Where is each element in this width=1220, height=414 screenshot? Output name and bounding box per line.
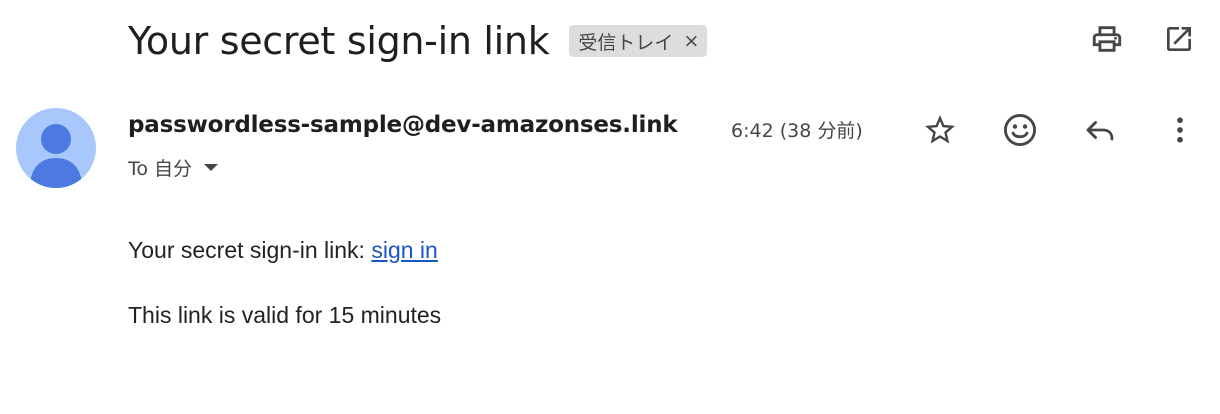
sender-address[interactable]: passwordless-sample@dev-amazonses.link — [128, 112, 713, 138]
default-person-icon — [30, 124, 82, 188]
inbox-label-chip[interactable]: 受信トレイ × — [569, 25, 708, 57]
print-button[interactable] — [1090, 22, 1124, 56]
body-text-prefix: Your secret sign-in link: — [128, 237, 372, 263]
message-timestamp: 6:42 (38 分前) — [731, 120, 863, 142]
add-reaction-button[interactable] — [1000, 110, 1040, 150]
print-icon — [1092, 26, 1122, 52]
open-in-new-icon — [1167, 27, 1191, 51]
star-icon — [925, 115, 955, 144]
body-line-validity: This link is valid for 15 minutes — [128, 302, 442, 328]
star-button[interactable] — [920, 110, 960, 150]
reply-icon — [1086, 121, 1114, 141]
label-chip-text: 受信トレイ — [578, 31, 674, 54]
body-line-signin: Your secret sign-in link: sign in — [128, 237, 438, 264]
more-vert-icon — [1177, 117, 1183, 143]
email-subject: Your secret sign-in link — [128, 19, 550, 63]
recipient-details-toggle[interactable]: To 自分 — [128, 154, 219, 181]
subject-header: Your secret sign-in link 受信トレイ × — [128, 14, 708, 68]
recipient-label: To 自分 — [128, 158, 193, 180]
chevron-down-icon — [204, 164, 219, 171]
open-in-new-window-button[interactable] — [1162, 22, 1196, 56]
reply-button[interactable] — [1080, 110, 1120, 150]
remove-label-icon[interactable]: × — [683, 30, 699, 52]
sign-in-link[interactable]: sign in — [371, 237, 437, 263]
emoji-icon — [1004, 114, 1036, 146]
more-options-button[interactable] — [1160, 110, 1200, 150]
sender-avatar[interactable] — [16, 108, 96, 188]
